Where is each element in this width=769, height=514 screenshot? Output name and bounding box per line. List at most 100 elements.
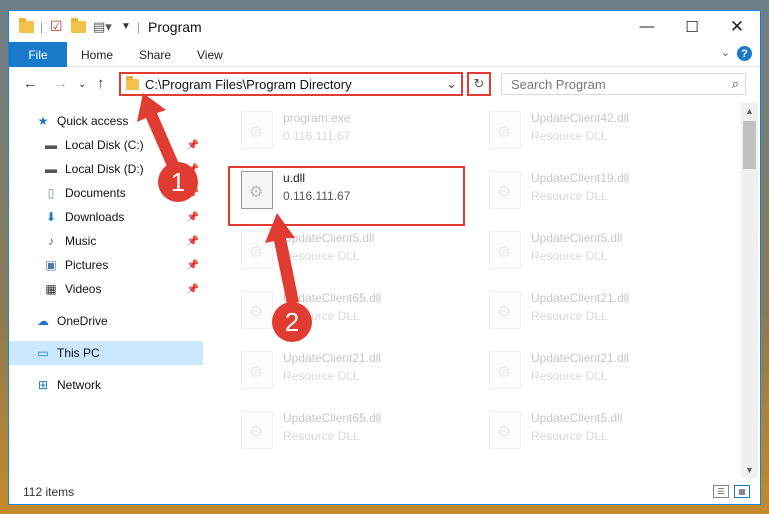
file-description: Resource DLL (531, 369, 608, 383)
search-input[interactable]: Search Program ⌕ (501, 73, 746, 95)
list-item[interactable]: UpdateClient5.dll Resource DLL (233, 225, 463, 277)
help-icon[interactable]: ? (737, 46, 752, 61)
list-item[interactable]: UpdateClient21.dll Resource DLL (481, 345, 711, 397)
sidebar-item-downloads[interactable]: ⬇ Downloads 📌 (9, 205, 203, 229)
pin-icon: 📌 (186, 139, 199, 151)
dll-file-icon (489, 291, 521, 329)
sidebar-item-videos[interactable]: ▦ Videos 📌 (9, 277, 203, 301)
scroll-up-icon[interactable]: ▲ (741, 103, 758, 119)
list-item[interactable]: UpdateClient21.dll Resource DLL (233, 345, 463, 397)
status-bar: 112 items ☰ ▦ (9, 480, 760, 504)
sidebar-item-local-disk-c[interactable]: ▬ Local Disk (C:) 📌 (9, 133, 203, 157)
vertical-scrollbar[interactable]: ▲ ▼ (741, 103, 758, 478)
close-button[interactable]: ✕ (714, 11, 760, 42)
sidebar-item-music[interactable]: ♪ Music 📌 (9, 229, 203, 253)
sidebar-item-onedrive[interactable]: ☁ OneDrive (9, 309, 203, 333)
sidebar-item-label: Videos (65, 282, 102, 296)
sidebar-item-quick-access[interactable]: ★ Quick access (9, 109, 203, 133)
drive-icon: ▬ (45, 138, 57, 152)
file-name: UpdateClient5.dll (531, 231, 623, 245)
address-path[interactable]: C:\Program Files\Program Directory (145, 77, 352, 92)
tab-share[interactable]: Share (139, 48, 171, 62)
list-item[interactable]: UpdateClient5.dll Resource DLL (481, 405, 711, 457)
sidebar-item-label: OneDrive (57, 314, 108, 328)
file-name: UpdateClient21.dll (531, 291, 630, 305)
address-dropdown-icon[interactable]: ⌄ (446, 76, 457, 92)
scroll-thumb[interactable] (743, 121, 756, 169)
step-badge-2: 2 (272, 302, 312, 342)
customize-quick-access-icon[interactable]: ▤▾ (93, 18, 112, 35)
sidebar-item-network[interactable]: ⊞ Network (9, 373, 203, 397)
file-name: UpdateClient42.dll (531, 111, 630, 125)
sidebar-item-label: Documents (65, 186, 126, 200)
dll-file-icon (241, 351, 273, 389)
properties-icon[interactable]: ☑ (50, 18, 63, 35)
tab-file[interactable]: File (9, 42, 67, 67)
list-item[interactable]: UpdateClient65.dll Resource DLL (233, 285, 463, 337)
sidebar-item-label: Pictures (65, 258, 109, 272)
documents-icon: ▯ (47, 186, 55, 200)
window-title: Program (148, 19, 202, 35)
expand-ribbon-icon[interactable]: ⌄ (721, 46, 730, 59)
dll-file-icon (241, 231, 273, 269)
file-description: Resource DLL (531, 129, 608, 143)
refresh-button[interactable]: ↻ (467, 72, 491, 96)
pin-icon: 📌 (186, 235, 199, 247)
quick-access-dropdown-icon[interactable]: ▼ (121, 18, 131, 35)
star-icon: ★ (37, 114, 49, 128)
title-bar: | ☑ ▤▾ ▼ | Program — ☐ ✕ (9, 11, 760, 42)
sidebar-item-label: Local Disk (C:) (65, 138, 144, 152)
sidebar-item-this-pc[interactable]: ▭ This PC (9, 341, 203, 365)
file-description: Resource DLL (283, 249, 360, 263)
pin-icon: 📌 (186, 211, 199, 223)
list-item[interactable]: UpdateClient21.dll Resource DLL (481, 285, 711, 337)
file-description: Resource DLL (283, 369, 360, 383)
maximize-button[interactable]: ☐ (669, 11, 715, 42)
large-icons-view-icon[interactable]: ▦ (734, 485, 750, 498)
forward-icon[interactable]: → (53, 75, 68, 92)
tab-view[interactable]: View (197, 48, 223, 62)
drive-icon: ▬ (45, 162, 57, 176)
list-item[interactable]: UpdateClient19.dll Resource DLL (481, 165, 711, 217)
list-item[interactable]: UpdateClient5.dll Resource DLL (481, 225, 711, 277)
file-name: UpdateClient65.dll (283, 411, 382, 425)
file-explorer-window: | ☑ ▤▾ ▼ | Program — ☐ ✕ File Home Share… (8, 10, 761, 505)
file-name: UpdateClient21.dll (531, 351, 630, 365)
computer-icon: ▭ (37, 346, 49, 360)
sidebar-item-label: Quick access (57, 114, 129, 128)
new-folder-icon[interactable] (71, 17, 86, 35)
up-icon[interactable]: ↑ (97, 75, 105, 92)
folder-icon (19, 17, 34, 35)
back-icon[interactable]: ← (23, 75, 38, 92)
refresh-icon: ↻ (473, 76, 485, 91)
minimize-button[interactable]: — (624, 11, 670, 42)
dll-file-icon (489, 351, 521, 389)
ribbon: File Home Share View ⌄ ? (9, 42, 760, 67)
sidebar-item-label: Music (65, 234, 97, 248)
folder-icon (126, 76, 139, 90)
scroll-down-icon[interactable]: ▼ (741, 462, 758, 478)
recent-locations-icon[interactable]: ⌄ (78, 79, 86, 90)
file-list: program.exe 0.116.111.67 u.dll 0.116.111… (219, 103, 741, 478)
details-view-icon[interactable]: ☰ (713, 485, 729, 498)
tab-home[interactable]: Home (81, 48, 113, 62)
file-description: 0.116.111.67 (283, 129, 351, 143)
pin-icon: 📌 (186, 259, 199, 271)
file-name: UpdateClient21.dll (283, 351, 382, 365)
list-item[interactable]: UpdateClient65.dll Resource DLL (233, 405, 463, 457)
music-icon: ♪ (48, 234, 54, 248)
dll-file-icon (489, 231, 521, 269)
list-item[interactable]: UpdateClient42.dll Resource DLL (481, 105, 711, 157)
step-badge-1: 1 (158, 162, 198, 202)
address-bar[interactable]: C:\Program Files\Program Directory ⌄ (119, 72, 463, 96)
navigation-bar: ← → ⌄ ↑ C:\Program Files\Program Directo… (9, 68, 760, 101)
separator: | (40, 19, 44, 34)
file-name: program.exe (283, 111, 351, 125)
list-item[interactable]: program.exe 0.116.111.67 (233, 105, 463, 157)
navigation-pane: ★ Quick access ▬ Local Disk (C:) 📌 ▬ Loc… (9, 103, 209, 478)
sidebar-item-label: Local Disk (D:) (65, 162, 144, 176)
sidebar-item-pictures[interactable]: ▣ Pictures 📌 (9, 253, 203, 277)
search-icon: ⌕ (731, 76, 739, 91)
dll-file-icon (489, 111, 521, 149)
download-icon: ⬇ (45, 210, 57, 224)
